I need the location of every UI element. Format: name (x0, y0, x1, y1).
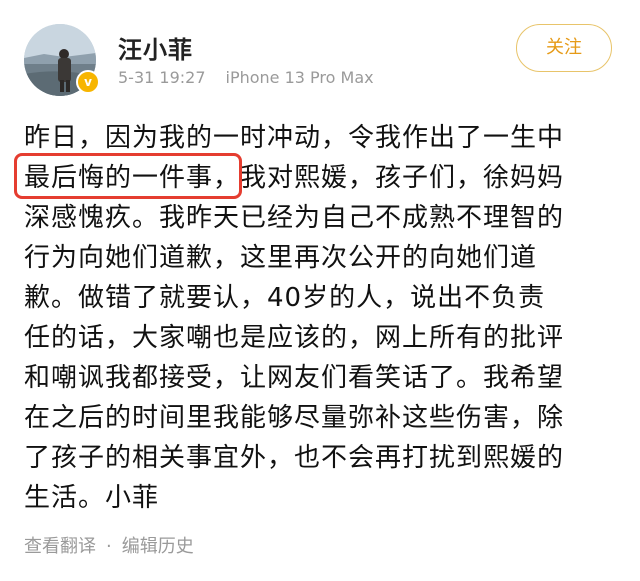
follow-button[interactable]: 关注 (516, 24, 612, 72)
post-text-line: 行为向她们道歉，这里再次公开的向她们道 (24, 243, 538, 273)
post-date: 5-31 19:27 (118, 68, 206, 87)
post-text-line: 深感愧疚。我昨天已经为自己不成熟不理智的 (24, 203, 565, 233)
highlight-annotation-box (14, 153, 242, 199)
post-text-line: 任的话，大家嘲也是应该的，网上所有的批评 (24, 323, 565, 353)
post-footer: 查看翻译 · 编辑历史 (24, 532, 194, 558)
post-text-line: 昨日，因为我的一时冲动，令我作出了一生中 (24, 123, 565, 153)
separator-dot: · (106, 536, 112, 557)
verified-badge-icon: v (76, 70, 100, 94)
post-meta: 5-31 19:27 iPhone 13 Pro Max (118, 68, 374, 87)
username[interactable]: 汪小菲 (118, 30, 193, 65)
translate-link[interactable]: 查看翻译 (24, 536, 96, 557)
post-text-line: 歉。做错了就要认，40岁的人，说出不负责 (24, 283, 546, 313)
post-device: iPhone 13 Pro Max (225, 68, 374, 87)
post-text-line: 生活。小菲 (24, 483, 160, 513)
edit-history-link[interactable]: 编辑历史 (122, 536, 194, 557)
post-text-line: 了孩子的相关事宜外，也不会再打扰到熙媛的 (24, 443, 565, 473)
post-text-line: 在之后的时间里我能够尽量弥补这些伤害，除 (24, 403, 565, 433)
post-text-line: 和嘲讽我都接受，让网友们看笑话了。我希望 (24, 363, 565, 393)
